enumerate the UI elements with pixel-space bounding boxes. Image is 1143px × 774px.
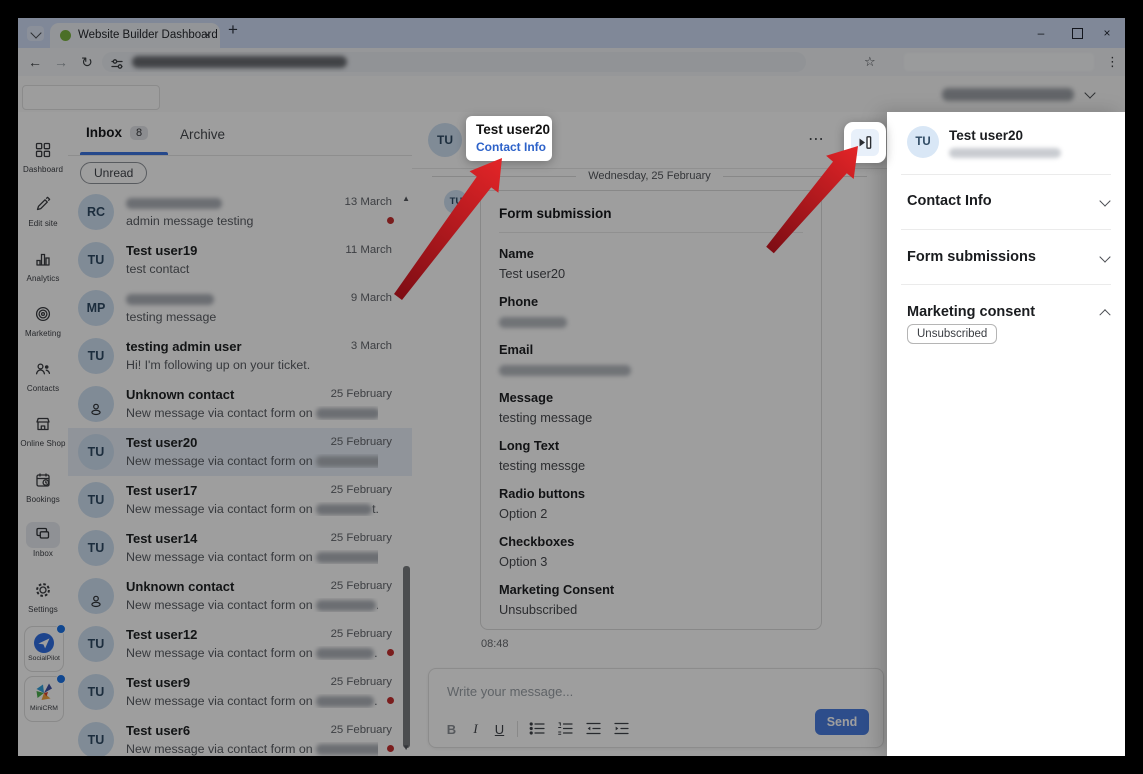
chevron-down-icon (1099, 251, 1110, 262)
divider (901, 229, 1111, 230)
side-panel-toggle-icon (851, 129, 879, 156)
divider (901, 174, 1111, 175)
contact-name: Test user20 (476, 122, 552, 137)
unsubscribed-badge: Unsubscribed (907, 324, 997, 344)
open-panel-button[interactable] (844, 122, 886, 163)
screenshot-root: { "glyphs": { "back": "←", "forward": "→… (0, 0, 1143, 774)
section-form-submissions[interactable]: Form submissions (907, 244, 1109, 270)
section-marketing-consent[interactable]: Marketing consent (907, 299, 1109, 325)
divider (901, 284, 1111, 285)
blurred-contact-email (949, 148, 1061, 158)
section-contact-info[interactable]: Contact Info (907, 188, 1109, 214)
contact-info-panel: TU Test user20 Contact Info Form submiss… (887, 112, 1125, 756)
contact-avatar: TU (907, 126, 939, 158)
contact-callout[interactable]: Test user20 Contact Info (466, 116, 552, 161)
chevron-down-icon (1099, 195, 1110, 206)
contact-name: Test user20 (949, 128, 1023, 143)
chevron-up-icon (1099, 309, 1110, 320)
dim-overlay-left (18, 112, 887, 756)
contact-info-link[interactable]: Contact Info (476, 140, 552, 154)
dim-overlay-top (18, 18, 1125, 112)
